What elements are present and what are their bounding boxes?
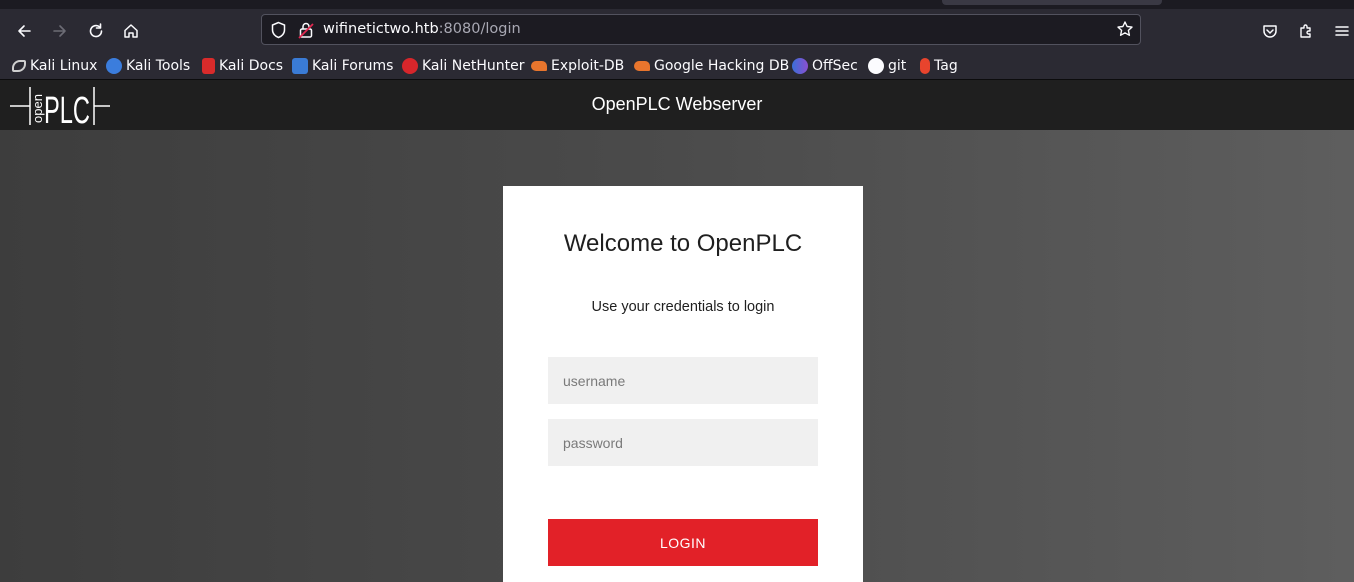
bookmark-label: Kali NetHunter [422,58,525,74]
pocket-icon[interactable] [1257,18,1283,44]
bookmark-label: git [888,58,907,74]
kali-dragon-icon [12,60,26,72]
username-input[interactable] [548,357,818,404]
login-button[interactable]: LOGIN [548,519,818,566]
page-title: OpenPLC Webserver [591,94,763,114]
bookmark-kali-forums[interactable]: Kali Forums [292,56,393,76]
bookmark-offsec[interactable]: OffSec [792,56,858,76]
bookmark-kali-nethunter[interactable]: Kali NetHunter [402,56,524,76]
bookmark-tag[interactable]: Tag [920,56,958,76]
url-path: :8080/login [438,21,521,37]
kali-forums-icon [292,58,308,74]
bookmark-star-icon[interactable] [1116,20,1134,42]
bookmark-google-hacking-db[interactable]: Google Hacking DB [634,56,789,76]
insecure-lock-icon[interactable] [298,21,314,43]
bookmark-label: Kali Docs [219,58,284,74]
extensions-icon[interactable] [1293,18,1319,44]
reload-icon[interactable] [83,18,109,44]
home-icon[interactable] [118,18,144,44]
tab-strip [0,0,1354,9]
bookmark-label: Kali Tools [126,58,191,74]
github-icon [868,58,884,74]
url-host: wifinetictwo.htb [323,21,439,37]
bookmark-git[interactable]: git [868,56,906,76]
offsec-icon [792,58,808,74]
bookmark-label: Kali Forums [312,58,394,74]
menu-icon[interactable] [1329,18,1354,44]
login-subtitle: Use your credentials to login [591,299,775,315]
web-page: open PLC OpenPLC Webserver Welcome to Op… [0,80,1354,582]
back-icon[interactable] [11,18,37,44]
bookmark-label: Exploit-DB [551,58,625,74]
bookmark-kali-docs[interactable]: Kali Docs [202,56,283,76]
site-header: open PLC OpenPLC Webserver [0,80,1354,132]
exploitdb-icon [531,61,547,71]
bookmark-label: Tag [934,58,958,74]
forward-icon[interactable] [47,18,73,44]
bookmarks-toolbar: Kali Linux Kali Tools Kali Docs Kali For… [0,52,1354,80]
tracking-shield-icon[interactable] [270,21,287,43]
welcome-heading: Welcome to OpenPLC [563,230,803,257]
bookmark-label: Kali Linux [30,58,98,74]
ghdb-icon [634,61,650,71]
password-input[interactable] [548,419,818,466]
url-text[interactable]: wifinetictwo.htb:8080/login [323,21,521,37]
tab-hint[interactable] [942,0,1162,5]
address-bar[interactable]: wifinetictwo.htb:8080/login [261,14,1141,45]
bookmark-exploit-db[interactable]: Exploit-DB [531,56,624,76]
nethunter-icon [402,58,418,74]
bookmark-kali-linux[interactable]: Kali Linux [12,56,97,76]
bookmark-label: OffSec [812,58,858,74]
bookmark-label: Google Hacking DB [654,58,790,74]
login-card: Welcome to OpenPLC Use your credentials … [503,186,863,582]
browser-toolbar: wifinetictwo.htb:8080/login [0,9,1354,52]
tag-icon [920,58,930,74]
kali-tools-icon [106,58,122,74]
bookmark-kali-tools[interactable]: Kali Tools [106,56,190,76]
kali-docs-icon [202,58,215,74]
